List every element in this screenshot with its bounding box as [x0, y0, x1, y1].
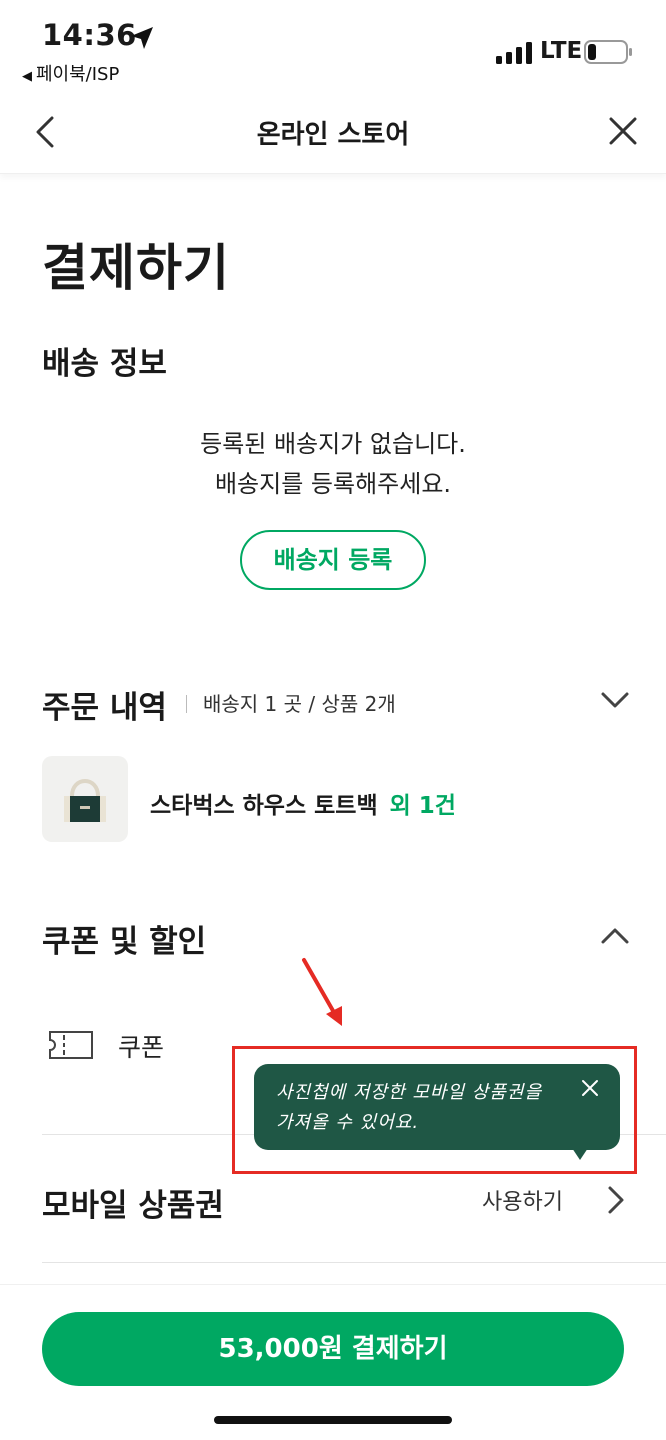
discount-section-title: 쿠폰 및 할인 — [42, 924, 207, 960]
divider — [42, 1262, 666, 1263]
meta-separator — [186, 695, 187, 713]
order-meta: 배송지 1 곳 / 상품 2개 — [186, 688, 396, 717]
signal-icon — [496, 42, 532, 64]
nav-title: 온라인 스토어 — [256, 120, 410, 150]
use-voucher-link[interactable]: 사용하기 — [482, 1184, 563, 1216]
chevron-up-icon[interactable] — [600, 926, 630, 946]
back-app-label: 페이북/ISP — [36, 64, 120, 85]
register-address-button[interactable]: 배송지 등록 — [240, 530, 426, 590]
close-icon[interactable] — [608, 116, 638, 146]
location-arrow-icon — [131, 27, 153, 49]
page-title: 결제하기 — [42, 239, 230, 297]
product-extra-count: 외 1건 — [389, 793, 456, 819]
mobile-voucher-title: 모바일 상품권 — [42, 1188, 224, 1224]
chevron-right-icon[interactable] — [606, 1184, 626, 1216]
order-section-title: 주문 내역 — [42, 690, 167, 726]
order-meta-text: 배송지 1 곳 / 상품 2개 — [203, 692, 396, 716]
shipping-section-title: 배송 정보 — [42, 346, 167, 382]
status-bar: 14:36 ◀ 페이북/ISP LTE — [0, 0, 666, 92]
coupon-row-label[interactable]: 쿠폰 — [118, 1028, 164, 1064]
shipping-empty-message: 등록된 배송지가 없습니다. 배송지를 등록해주세요. — [0, 424, 666, 504]
coupon-ticket-icon — [49, 1031, 93, 1059]
back-to-app-link[interactable]: ◀ 페이북/ISP — [22, 60, 119, 86]
home-indicator[interactable] — [214, 1416, 452, 1424]
shipping-empty-line2: 배송지를 등록해주세요. — [214, 470, 452, 498]
tote-bag-icon — [64, 779, 106, 822]
battery-icon — [584, 40, 632, 64]
red-arrow-annotation-icon — [302, 958, 342, 1026]
network-type: LTE — [540, 38, 583, 64]
product-thumbnail — [42, 756, 128, 842]
chevron-down-icon[interactable] — [600, 690, 630, 710]
back-triangle-icon: ◀ — [22, 69, 32, 84]
pay-button[interactable]: 53,000원 결제하기 — [42, 1312, 624, 1386]
highlight-box — [232, 1046, 637, 1174]
product-name: 스타벅스 하우스 토트백 — [150, 793, 378, 819]
navigation-bar: 온라인 스토어 — [0, 92, 666, 174]
shipping-empty-line1: 등록된 배송지가 없습니다. — [200, 430, 466, 458]
product-summary: 스타벅스 하우스 토트백 외 1건 — [150, 786, 456, 820]
status-time: 14:36 — [42, 18, 137, 52]
